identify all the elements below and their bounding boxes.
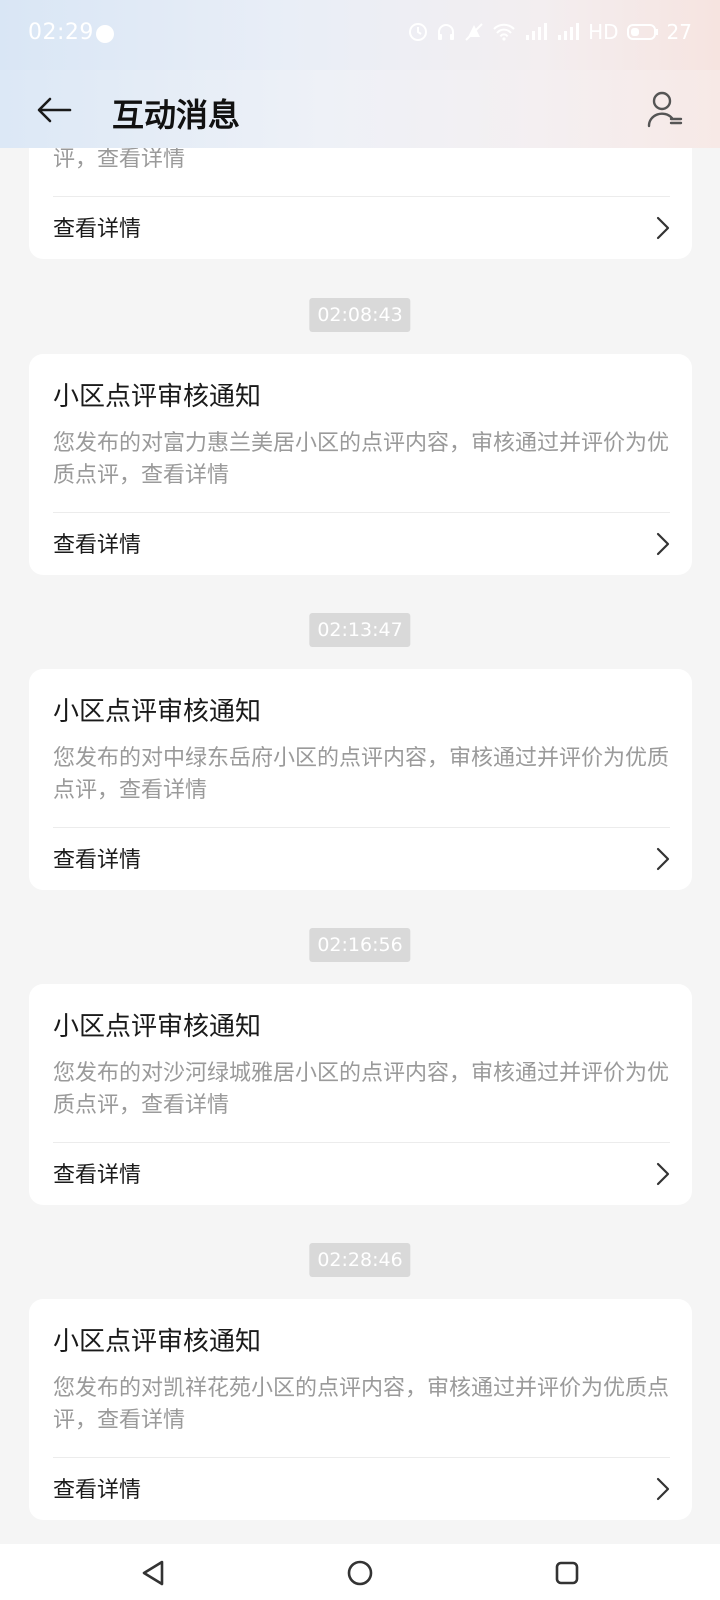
- battery-level: 27: [666, 20, 692, 44]
- headphones-icon: [438, 24, 455, 40]
- view-details-label: 查看详情: [53, 848, 142, 873]
- system-navigation-bar: [0, 1544, 720, 1600]
- view-details-label: 查看详情: [53, 1478, 142, 1503]
- signal-icon-2: [558, 23, 580, 40]
- alarm-icon: [409, 23, 428, 41]
- view-details-button[interactable]: 查看详情: [29, 197, 692, 259]
- message-body: 您发布的对凯祥花苑小区的点评内容，审核通过并评价为优质点评，查看详情: [53, 1376, 670, 1433]
- square-recents-icon: [555, 1561, 579, 1585]
- message-card-partial: 评，查看详情 查看详情: [29, 148, 692, 259]
- view-details-label: 查看详情: [53, 217, 142, 242]
- message-title: 小区点评审核通知: [53, 1012, 262, 1042]
- message-title: 小区点评审核通知: [53, 1327, 262, 1357]
- status-icons: HD 27: [408, 20, 692, 44]
- message-body: 您发布的对沙河绿城雅居小区的点评内容，审核通过并评价为优质点评，查看详情: [53, 1061, 670, 1118]
- triangle-back-icon: [142, 1560, 164, 1586]
- view-details-button[interactable]: 查看详情: [29, 513, 692, 575]
- back-button[interactable]: [30, 86, 78, 134]
- chevron-right-icon: [656, 847, 670, 871]
- timestamp-badge: 02:16:56: [309, 928, 411, 962]
- chevron-right-icon: [656, 1477, 670, 1501]
- message-card: 小区点评审核通知 您发布的对沙河绿城雅居小区的点评内容，审核通过并评价为优质点评…: [29, 984, 692, 1205]
- message-card: 小区点评审核通知 您发布的对富力惠兰美居小区的点评内容，审核通过并评价为优质点评…: [29, 354, 692, 575]
- back-arrow-icon: [37, 97, 72, 123]
- mute-icon: [465, 23, 483, 41]
- nav-back-button[interactable]: [136, 1556, 170, 1590]
- message-body: 您发布的对中绿东岳府小区的点评内容，审核通过并评价为优质点评，查看详情: [53, 746, 670, 803]
- header: 互动消息: [0, 70, 720, 148]
- view-details-button[interactable]: 查看详情: [29, 828, 692, 890]
- message-card: 小区点评审核通知 您发布的对中绿东岳府小区的点评内容，审核通过并评价为优质点评，…: [29, 669, 692, 890]
- timestamp-badge: 02:13:47: [309, 613, 411, 647]
- wifi-icon: [493, 23, 515, 41]
- view-details-button[interactable]: 查看详情: [29, 1458, 692, 1520]
- view-details-label: 查看详情: [53, 1163, 142, 1188]
- status-bar: 02:29 HD 27: [0, 0, 720, 70]
- battery-icon: [626, 24, 658, 40]
- signal-icon: [526, 23, 548, 40]
- chevron-right-icon: [656, 1162, 670, 1186]
- status-time: 02:29: [28, 20, 94, 45]
- view-details-label: 查看详情: [53, 533, 142, 558]
- message-title: 小区点评审核通知: [53, 697, 262, 727]
- page-title: 互动消息: [112, 96, 241, 134]
- user-settings-icon: [647, 91, 683, 128]
- message-body: 您发布的对富力惠兰美居小区的点评内容，审核通过并评价为优质点评，查看详情: [53, 431, 670, 488]
- notification-dot-icon: [96, 25, 114, 43]
- timestamp-badge: 02:08:43: [309, 298, 411, 332]
- timestamp-badge: 02:28:46: [309, 1243, 411, 1277]
- message-title: 小区点评审核通知: [53, 382, 262, 412]
- nav-home-button[interactable]: [343, 1556, 377, 1590]
- profile-settings-button[interactable]: [640, 84, 690, 134]
- nav-recents-button[interactable]: [550, 1556, 584, 1590]
- chevron-right-icon: [656, 216, 670, 240]
- message-body: 评，查看详情: [53, 148, 186, 172]
- circle-home-icon: [347, 1560, 373, 1586]
- network-label: HD: [588, 20, 619, 44]
- chevron-right-icon: [656, 532, 670, 556]
- message-list[interactable]: 评，查看详情 查看详情 02:08:43 小区点评审核通知 您发布的对富力惠兰美…: [0, 148, 720, 1544]
- message-card: 小区点评审核通知 您发布的对凯祥花苑小区的点评内容，审核通过并评价为优质点评，查…: [29, 1299, 692, 1520]
- view-details-button[interactable]: 查看详情: [29, 1143, 692, 1205]
